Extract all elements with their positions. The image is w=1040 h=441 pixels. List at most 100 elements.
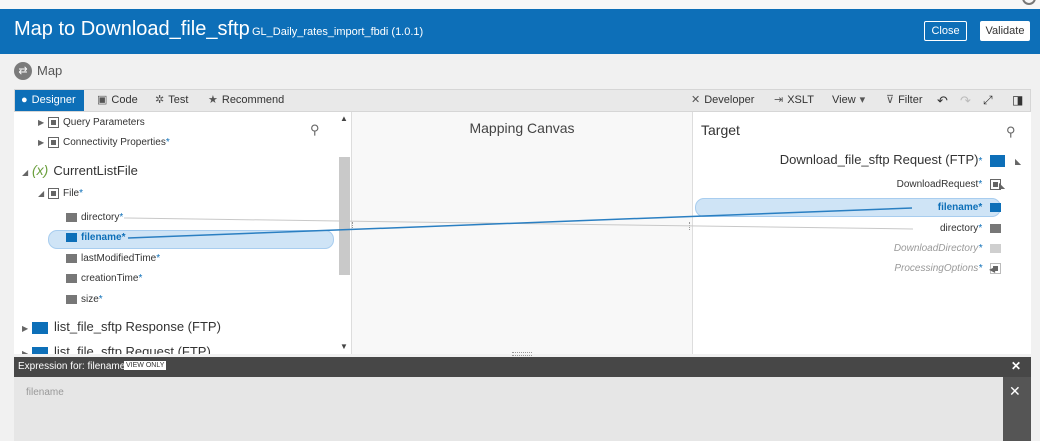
integration-name: GL_Daily_rates_import_fbdi (1.0.1)	[252, 26, 424, 38]
file-label: File	[63, 188, 80, 199]
target-field-directory[interactable]: directory*	[940, 221, 1001, 237]
target-field-filename[interactable]: filename*	[938, 200, 1001, 216]
collapse-icon[interactable]: ◣	[1015, 157, 1021, 166]
breadcrumb: ⇄ Map	[0, 54, 1040, 89]
field-filename[interactable]: filename*	[66, 230, 125, 246]
target-field-processing-options[interactable]: ProcessingOptions*	[894, 261, 1001, 277]
download-request-ftp-label: Download_file_sftp Request (FTP)	[779, 152, 979, 167]
required-marker: *	[978, 179, 983, 190]
designer-icon: ●	[21, 94, 28, 106]
search-icon[interactable]: ⚲	[1006, 124, 1016, 140]
tab-test-label: Test	[168, 94, 189, 106]
resize-handle[interactable]	[352, 222, 355, 230]
gear-icon: ✲	[155, 94, 165, 106]
validate-button[interactable]: Validate	[980, 21, 1030, 41]
tree-node-file[interactable]: ◢ File*	[38, 186, 83, 202]
tab-code-label: Code	[111, 94, 138, 106]
tree-node-download-request-ftp[interactable]: Download_file_sftp Request (FTP)*	[780, 152, 1005, 168]
expand-icon[interactable]: ▶	[38, 135, 48, 151]
breadcrumb-label: Map	[37, 63, 63, 78]
collapse-icon[interactable]: ◢	[38, 186, 48, 202]
tree-node-download-request[interactable]: DownloadRequest*	[897, 177, 1001, 193]
panel-toggle-icon[interactable]: ◨	[1012, 90, 1023, 111]
field-directory[interactable]: directory*	[66, 210, 123, 226]
close-button[interactable]: Close	[924, 21, 967, 41]
field-creation-time[interactable]: creationTime*	[66, 271, 142, 287]
code-icon: ▣	[97, 94, 108, 106]
xslt-label: XSLT	[787, 94, 814, 106]
required-marker: *	[121, 232, 126, 243]
expand-icon[interactable]: ▶	[22, 346, 32, 354]
variable-icon: (x)	[32, 162, 49, 178]
tab-recommend[interactable]: ★ Recommend	[208, 90, 284, 111]
collapse-icon[interactable]: ◢	[22, 165, 32, 181]
page-header: Map to Download_file_sftp GL_Daily_rates…	[0, 9, 1040, 54]
required-marker: *	[165, 137, 170, 148]
redo-icon[interactable]: ↷	[960, 90, 971, 111]
expand-icon[interactable]: ▶	[38, 115, 48, 131]
page-title: Map to Download_file_sftp	[14, 18, 250, 40]
field-last-modified-time[interactable]: lastModifiedTime*	[66, 251, 160, 267]
tree-node-connectivity-properties[interactable]: ▶ Connectivity Properties*	[38, 135, 170, 151]
expression-editor[interactable]: filename	[14, 377, 1031, 441]
structure-icon	[48, 136, 59, 148]
field-label: DownloadDirectory	[893, 243, 979, 254]
mapper-toolbar: ● Designer ▣ Code ✲ Test ★ Recommend ✕ Develo…	[14, 89, 1031, 112]
xslt-button[interactable]: ⇥ XSLT	[774, 90, 814, 111]
required-marker: *	[156, 253, 161, 264]
string-icon	[66, 273, 77, 283]
query-parameters-label: Query Parameters	[63, 117, 145, 128]
tab-designer-label: Designer	[31, 94, 76, 106]
field-label: filename	[937, 202, 979, 213]
tab-code[interactable]: ▣ Code	[97, 90, 138, 111]
field-label: ProcessingOptions	[894, 263, 979, 274]
view-dropdown[interactable]: View ▾	[832, 90, 869, 111]
view-only-badge: VIEW ONLY	[124, 361, 167, 370]
close-icon[interactable]: ✕	[1011, 359, 1021, 373]
string-icon	[66, 253, 77, 263]
expand-icon[interactable]: ▶	[22, 321, 32, 337]
field-label: directory	[939, 223, 979, 234]
tree-node-list-response[interactable]: ▶ list_file_sftp Response (FTP)	[22, 319, 221, 335]
required-marker: *	[978, 156, 983, 167]
expand-icon[interactable]: ◀	[989, 265, 995, 274]
tree-node-list-request[interactable]: ▶ list_file_sftp Request (FTP)	[22, 344, 211, 354]
undo-icon[interactable]: ↶	[937, 90, 948, 111]
filter-button[interactable]: ⊽ Filter	[886, 90, 923, 111]
mapping-canvas[interactable]: Mapping Canvas	[352, 112, 692, 354]
search-icon[interactable]: ⚲	[310, 122, 320, 138]
required-marker: *	[978, 243, 983, 254]
ftp-adapter-icon	[990, 154, 1005, 167]
tree-node-current-list-file[interactable]: ◢ (x) CurrentListFile	[22, 162, 138, 178]
string-icon	[990, 202, 1001, 212]
target-field-download-directory[interactable]: DownloadDirectory*	[894, 241, 1001, 257]
expression-tools-panel: ✕	[1003, 377, 1031, 441]
scrollbar-thumb[interactable]	[339, 157, 350, 275]
star-icon: ★	[208, 94, 218, 106]
field-size[interactable]: size*	[66, 292, 103, 308]
canvas-splitter-handle[interactable]	[512, 352, 532, 356]
string-icon	[66, 212, 77, 222]
maximize-icon[interactable]: ⤢	[983, 90, 993, 111]
structure-icon	[48, 116, 59, 128]
structure-icon	[48, 187, 59, 199]
collapse-icon[interactable]: ◣	[999, 181, 1005, 190]
developer-label: Developer	[704, 94, 755, 106]
string-icon	[66, 232, 77, 242]
scroll-up-icon[interactable]: ▲	[340, 114, 348, 123]
connectivity-properties-label: Connectivity Properties	[63, 137, 166, 148]
tab-designer[interactable]: ● Designer	[15, 90, 84, 111]
tools-icon: ✕	[691, 94, 701, 106]
scroll-down-icon[interactable]: ▼	[340, 342, 348, 351]
list-response-label: list_file_sftp Response (FTP)	[54, 319, 221, 334]
tab-test[interactable]: ✲ Test	[155, 90, 188, 111]
tree-node-query-parameters[interactable]: ▶ Query Parameters	[38, 115, 145, 131]
required-marker: *	[138, 273, 143, 284]
required-marker: *	[978, 263, 983, 274]
developer-button[interactable]: ✕ Developer	[691, 90, 754, 111]
view-label: View	[832, 94, 856, 106]
tools-icon[interactable]: ✕	[1009, 383, 1021, 400]
field-label: filename	[81, 232, 122, 243]
tab-recommend-label: Recommend	[221, 94, 285, 106]
expression-header: Expression for: filename VIEW ONLY ✕	[14, 357, 1031, 377]
